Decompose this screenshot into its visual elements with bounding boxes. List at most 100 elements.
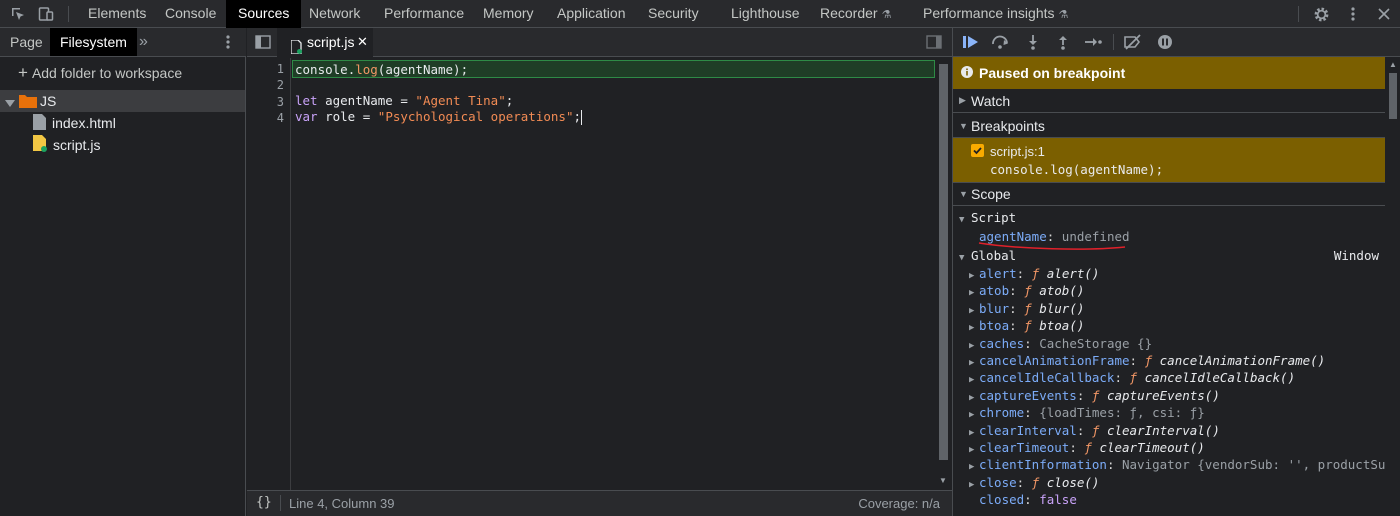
file-label: index.html <box>52 115 116 131</box>
code-token: role = <box>317 109 378 124</box>
line-number[interactable]: 1 <box>277 62 284 76</box>
global-property-row[interactable]: ▶ clearTimeout: ƒ clearTimeout() <box>953 439 1385 456</box>
global-property-row[interactable]: closed: false <box>953 491 1385 508</box>
step-over-icon[interactable] <box>987 28 1015 56</box>
global-property-row[interactable]: ▶ btoa: ƒ btoa() <box>953 317 1385 334</box>
expand-triangle-icon <box>5 96 15 111</box>
file-tab-label: script.js <box>307 34 355 50</box>
scope-script-group[interactable]: ▼ Script <box>953 209 1385 226</box>
tree-folder-js[interactable]: JS <box>0 90 245 112</box>
plus-icon: + <box>18 63 28 82</box>
colon: : <box>1069 440 1085 455</box>
close-tab-icon[interactable]: ✕ <box>357 28 368 56</box>
divider <box>1298 6 1299 22</box>
function-glyph: ƒ <box>1091 422 1107 438</box>
scope-group-label: Script <box>971 210 1017 225</box>
line-number-gutter[interactable]: 1 2 3 4 <box>247 58 291 490</box>
coverage-status[interactable]: Coverage: n/a <box>858 496 940 511</box>
tab-application[interactable]: Application <box>557 0 626 28</box>
collapsed-triangle-icon: ▶ <box>959 95 966 105</box>
debugger-toolbar <box>953 28 1400 57</box>
scope-group-type: Window <box>1333 248 1379 263</box>
tab-filesystem[interactable]: Filesystem <box>50 28 137 56</box>
property-name: chrome <box>979 405 1025 421</box>
global-property-row[interactable]: ▶ cancelIdleCallback: ƒ cancelIdleCallbac… <box>953 369 1385 386</box>
more-tabs-chevron-icon[interactable]: » <box>139 28 148 56</box>
breakpoint-item[interactable]: script.js:1 console.log(agentName); <box>953 138 1385 182</box>
settings-gear-icon[interactable] <box>1307 0 1335 28</box>
resume-icon[interactable] <box>957 28 985 56</box>
tab-page[interactable]: Page <box>10 28 43 56</box>
debugger-scrollbar[interactable]: ▲ <box>1385 57 1400 516</box>
tab-performance-insights[interactable]: Performance insights ⚗ <box>923 0 1068 28</box>
section-watch[interactable]: ▶ Watch <box>953 89 1385 113</box>
more-options-icon[interactable] <box>1339 0 1367 28</box>
property-name: closed <box>979 492 1025 508</box>
close-devtools-icon[interactable] <box>1370 0 1398 28</box>
add-folder-button[interactable]: + Add folder to workspace <box>18 63 182 83</box>
navigator-menu-icon[interactable] <box>226 34 230 53</box>
pause-on-exceptions-icon[interactable] <box>1151 28 1179 56</box>
scope-global-group[interactable]: ▼ Global Window <box>953 247 1385 264</box>
divider <box>1113 34 1114 50</box>
pretty-print-button[interactable]: {} <box>256 495 272 510</box>
global-property-row[interactable]: ▶ clientInformation: Navigator {vendorSub… <box>953 456 1385 473</box>
line-number[interactable]: 2 <box>277 78 284 92</box>
breakpoint-checkbox[interactable] <box>971 144 984 160</box>
device-toolbar-icon[interactable] <box>32 0 60 28</box>
property-name: blur <box>979 300 1010 316</box>
debugger-scrollbar-thumb[interactable] <box>1389 73 1397 119</box>
toggle-navigator-icon[interactable] <box>255 34 271 53</box>
section-label: Breakpoints <box>971 117 1045 134</box>
toggle-debugger-icon[interactable] <box>926 34 942 53</box>
scope-group-label: Global <box>971 248 1017 263</box>
editor-scrollbar[interactable]: ▼ <box>935 58 952 490</box>
property-name: caches <box>979 335 1025 351</box>
global-property-row[interactable]: ▶ captureEvents: ƒ captureEvents() <box>953 387 1385 404</box>
tab-network[interactable]: Network <box>309 0 360 28</box>
tab-memory[interactable]: Memory <box>483 0 534 28</box>
scroll-up-arrow-icon[interactable]: ▲ <box>1389 60 1397 69</box>
breakpoint-location: script.js:1 <box>990 144 1045 159</box>
collapsed-triangle-icon: ▶ <box>969 375 975 386</box>
global-property-row[interactable]: ▶ blur: ƒ blur() <box>953 300 1385 317</box>
line-number[interactable]: 3 <box>277 95 284 109</box>
tab-performance[interactable]: Performance <box>384 0 464 28</box>
step-into-icon[interactable] <box>1019 28 1047 56</box>
line-number[interactable]: 4 <box>277 111 284 125</box>
global-property-row[interactable]: ▶ cancelAnimationFrame: ƒ cancelAnimation… <box>953 352 1385 369</box>
deactivate-breakpoints-icon[interactable] <box>1119 28 1147 56</box>
tab-elements[interactable]: Elements <box>88 0 146 28</box>
tab-sources[interactable]: Sources <box>226 0 302 28</box>
tab-script-js[interactable]: script.js ✕ <box>277 28 373 57</box>
step-out-icon[interactable] <box>1049 28 1077 56</box>
collapsed-triangle-icon: ▶ <box>969 288 975 299</box>
function-glyph: ƒ <box>1031 266 1047 281</box>
tab-recorder[interactable]: Recorder ⚗ <box>820 0 891 28</box>
tab-lighthouse[interactable]: Lighthouse <box>731 0 800 28</box>
global-property-row[interactable]: ▶ atob: ƒ atob() <box>953 282 1385 299</box>
tree-file-script-js[interactable]: script.js <box>33 135 100 155</box>
inspect-element-icon[interactable] <box>4 0 32 28</box>
property-value: CacheStorage {} <box>1039 335 1153 351</box>
tab-performance-insights-label: Performance insights <box>923 5 1055 21</box>
global-property-row[interactable]: ▶ alert: ƒ alert() <box>953 265 1385 282</box>
global-property-row[interactable]: ▶ clearInterval: ƒ clearInterval() <box>953 422 1385 439</box>
global-property-row[interactable]: ▶ chrome: {loadTimes: ƒ, csi: ƒ} <box>953 404 1385 421</box>
global-property-row[interactable]: ▶ caches: CacheStorage {} <box>953 335 1385 352</box>
property-name: clearTimeout <box>979 440 1070 455</box>
scroll-down-arrow-icon[interactable]: ▼ <box>939 476 947 485</box>
section-breakpoints[interactable]: ▼ Breakpoints <box>953 114 1385 138</box>
folder-icon <box>19 94 37 111</box>
property-name: btoa <box>979 318 1010 334</box>
tab-console[interactable]: Console <box>165 0 216 28</box>
code-line-1: console.log(agentName); <box>295 61 468 78</box>
property-value: cancelIdleCallback() <box>1144 370 1296 386</box>
editor-scrollbar-thumb[interactable] <box>939 64 948 460</box>
section-scope[interactable]: ▼ Scope <box>953 182 1385 206</box>
editor-status-bar: {} Line 4, Column 39 Coverage: n/a <box>247 490 952 516</box>
step-icon[interactable] <box>1079 28 1107 56</box>
tab-security[interactable]: Security <box>648 0 699 28</box>
tree-file-index-html[interactable]: index.html <box>33 113 116 133</box>
global-property-row[interactable]: ▶ close: ƒ close() <box>953 474 1385 491</box>
